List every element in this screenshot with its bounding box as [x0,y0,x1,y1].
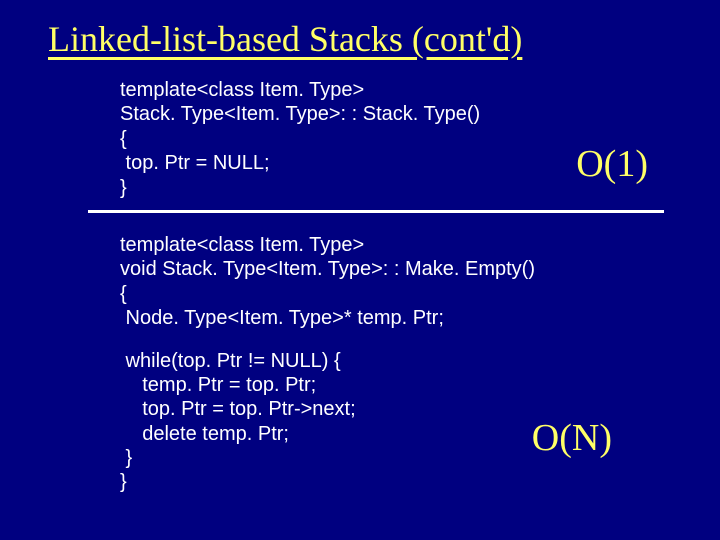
complexity-label-o1: O(1) [576,142,648,186]
code-line: Node. Type<Item. Type>* temp. Ptr; [120,306,720,330]
code-line: } [120,470,720,494]
code-line: top. Ptr = top. Ptr->next; [120,397,720,421]
code-line: { [120,282,720,306]
code-line: template<class Item. Type> [120,78,720,102]
divider [88,210,664,213]
code-line: delete temp. Ptr; [120,422,720,446]
code-line: Stack. Type<Item. Type>: : Stack. Type() [120,102,720,126]
complexity-label-on: O(N) [532,416,612,460]
slide-title: Linked-list-based Stacks (cont'd) [0,0,720,68]
code-line: } [120,446,720,470]
code-line: temp. Ptr = top. Ptr; [120,373,720,397]
code-line: template<class Item. Type> [120,233,720,257]
code-line: void Stack. Type<Item. Type>: : Make. Em… [120,257,720,281]
code-line: while(top. Ptr != NULL) { [120,349,720,373]
code-block-2: template<class Item. Type> void Stack. T… [0,223,720,495]
